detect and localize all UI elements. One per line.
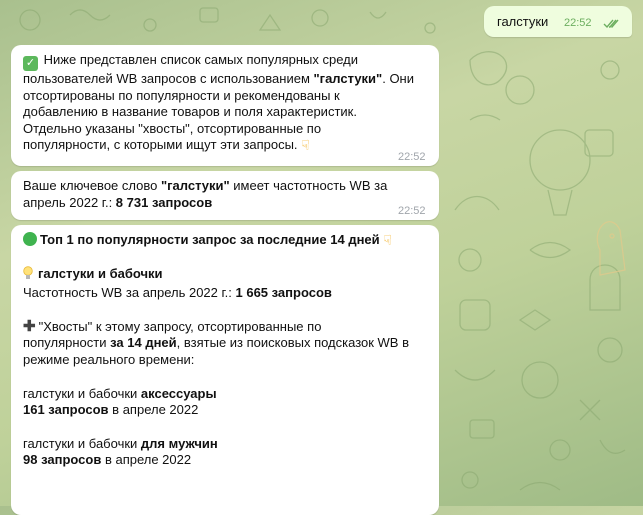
message-text: режиме реального времени: [23, 351, 195, 367]
message-text-line: добавлению в название товаров и поля хар… [23, 104, 357, 120]
tail-item-tail: аксессуары [140, 385, 217, 401]
tail-item: галстуки и бабочки аксессуары [23, 386, 431, 403]
tail-item-base: галстуки и бабочки [23, 385, 141, 401]
query-name-bold: галстуки и бабочки [38, 265, 163, 281]
message-text: апрель 2022 г.: [23, 194, 116, 210]
chat-scrollbar[interactable] [634, 0, 643, 506]
message-text: популярности [23, 335, 111, 351]
pointing-down-hand-icon: ☟ [301, 137, 310, 154]
message-text: Частотность WB за апрель 2022 г.: [23, 285, 236, 301]
message-time: 22:52 [398, 151, 426, 163]
tail-item-count: 161 запросов [23, 402, 109, 418]
message-text-line: пользователей WB запросов с использовани… [23, 71, 314, 86]
message-text-line: Ниже представлен список самых популярных… [43, 52, 358, 67]
incoming-message-intro[interactable]: ✓ Ниже представлен список самых популярн… [11, 45, 439, 166]
message-text-line: популярности, с которыми ищут эти запрос… [23, 137, 302, 153]
request-count-bold: 1 665 запросов [235, 285, 332, 301]
tail-item-count: 98 запросов [23, 452, 102, 468]
message-body: ✓ Ниже представлен список самых популярн… [23, 52, 431, 154]
message-text: имеет частотность WB за [229, 178, 388, 193]
message-time: 22:52 [398, 205, 426, 217]
tail-item-tail: для мужчин [140, 435, 218, 451]
tail-item: галстуки и бабочки для мужчин [23, 436, 431, 453]
green-circle-icon [23, 232, 37, 246]
message-text: "Хвосты" к этому запросу, отсортированны… [38, 318, 322, 334]
outgoing-message[interactable]: галстуки 22:52 [484, 6, 632, 37]
check-mark-icon: ✓ [23, 56, 38, 71]
double-check-read-icon [603, 16, 620, 34]
message-text-line: Отдельно указаны "хвосты", отсортированн… [23, 120, 322, 136]
incoming-message-keyword-frequency[interactable]: Ваше ключевое слово "галстуки" имеет час… [11, 171, 439, 220]
keyword-bold: "галстуки" [313, 71, 383, 86]
keyword-bold: "галстуки" [160, 178, 230, 193]
period-bold: за 14 дней [110, 335, 177, 351]
message-text-line: . Они [382, 71, 414, 86]
request-count-bold: 8 731 запросов [115, 194, 213, 210]
pointing-down-hand-icon: ☟ [383, 232, 392, 248]
light-bulb-icon [23, 265, 33, 286]
top-query-heading: Топ 1 по популярности запрос за последни… [40, 232, 380, 247]
tail-item-suffix: в апреле 2022 [101, 452, 192, 468]
message-body: Топ 1 по популярности запрос за последни… [23, 232, 431, 469]
message-body: Ваше ключевое слово "галстуки" имеет час… [23, 178, 431, 211]
message-text: , взятые из поисковых подсказок WB в [176, 335, 409, 351]
message-text-line: отсортированы по популярности и рекоменд… [23, 87, 340, 103]
message-text: Ваше ключевое слово [23, 178, 161, 193]
outgoing-message-time: 22:52 [564, 17, 592, 29]
incoming-message-top-query[interactable]: Топ 1 по популярности запрос за последни… [11, 225, 439, 515]
outgoing-message-text: галстуки [497, 14, 549, 29]
tail-item-suffix: в апреле 2022 [108, 402, 199, 418]
plus-icon: ✚ [23, 317, 36, 335]
tail-item-base: галстуки и бабочки [23, 435, 141, 451]
